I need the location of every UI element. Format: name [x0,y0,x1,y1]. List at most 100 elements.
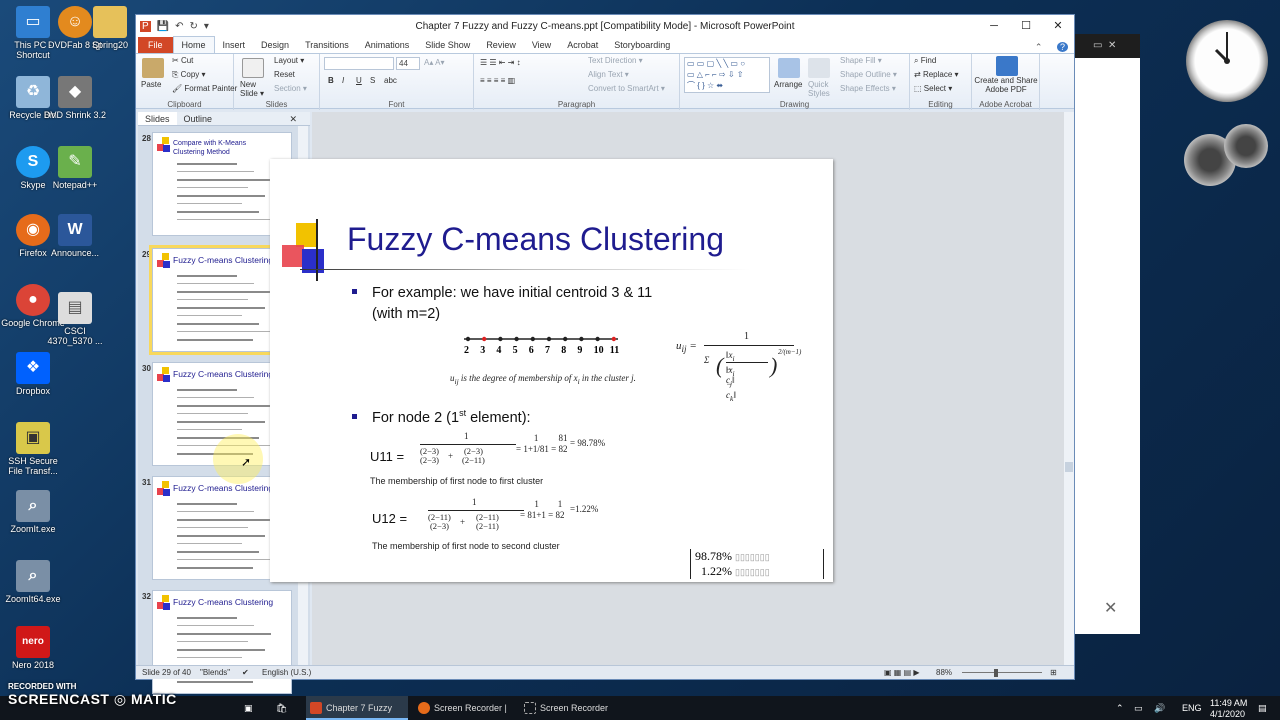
minimize-button[interactable]: ─ [978,15,1010,37]
new-slide-icon[interactable] [242,58,264,78]
fit-slide-icon[interactable]: ⊞ [1050,668,1057,677]
align-text-button[interactable]: Align Text ▾ [588,70,629,79]
layout-button[interactable]: Layout ▾ [274,56,304,65]
align-icons[interactable]: ≡ ≡ ≡ ≡ ▥ [480,76,515,85]
background-window-close-icon[interactable]: ✕ [1104,598,1117,618]
new-slide-button[interactable]: New Slide ▾ [240,80,270,98]
tab-slide-show[interactable]: Slide Show [417,37,478,53]
tab-storyboarding[interactable]: Storyboarding [606,37,678,53]
dropbox-icon[interactable]: ❖ Dropbox [0,352,66,396]
tab-review[interactable]: Review [478,37,524,53]
tab-transitions[interactable]: Transitions [297,37,357,53]
taskbar-firefox-recorder[interactable]: Screen Recorder | S... [414,696,514,720]
tab-home[interactable]: Home [172,36,215,53]
tray-chevron-icon[interactable]: ⌃ [1116,696,1124,720]
text-direction-button[interactable]: Text Direction ▾ [588,56,643,65]
shape-outline-button[interactable]: Shape Outline ▾ [840,70,897,79]
store-icon[interactable]: 🛍 [276,696,292,720]
thumb-text-line [177,649,265,651]
clock-date[interactable]: 4/1/2020 [1210,702,1245,720]
collapse-ribbon-icon[interactable]: ⌃ [1027,42,1051,52]
tab-file[interactable]: File [138,37,173,53]
copy-button[interactable]: ⎘ Copy ▾ [172,70,206,80]
view-buttons[interactable]: ▣ ▦ ▤ ▶ [884,668,920,677]
tab-design[interactable]: Design [253,37,297,53]
replace-button[interactable]: ⇄ Replace ▾ [914,70,959,79]
slide-canvas[interactable]: Fuzzy C-means Clustering For example: we… [270,159,833,582]
zoom-slider[interactable] [962,672,1042,673]
scroll-thumb[interactable] [1065,462,1073,472]
tab-acrobat[interactable]: Acrobat [559,37,606,53]
paste-icon[interactable] [142,58,164,78]
customize-qat-icon[interactable]: ▾ [204,21,209,32]
shape-fill-button[interactable]: Shape Fill ▾ [840,56,882,65]
thumb-text-line [177,503,237,505]
word-doc-icon[interactable]: W Announce... [42,214,108,258]
smartart-button[interactable]: Convert to SmartArt ▾ [588,84,665,93]
quick-styles-icon[interactable] [808,58,830,78]
thumb-logo-icon [157,137,171,153]
nero-icon[interactable]: nero Nero 2018 [0,626,66,670]
font-name-dropdown[interactable] [324,57,394,70]
taskbar-screen-recorder[interactable]: Screen Recorder [520,696,610,720]
close-button[interactable]: ✕ [1042,15,1074,37]
strike-button[interactable]: S [370,76,375,85]
zoomit64-icon[interactable]: ⌕ ZoomIt64.exe [0,560,66,604]
shape-effects-button[interactable]: Shape Effects ▾ [840,84,896,93]
undo-icon[interactable]: ↶ [175,21,183,32]
italic-button[interactable]: I [342,76,344,85]
tab-animations[interactable]: Animations [357,37,418,53]
help-icon[interactable]: ? [1056,42,1068,52]
select-button[interactable]: ⬚ Select ▾ [914,84,952,93]
network-icon[interactable]: ▭ [1134,696,1143,720]
find-button[interactable]: ⌕ Find [914,56,936,66]
ssh-icon[interactable]: ▣ SSH Secure File Transf... [0,422,66,476]
task-view-icon[interactable]: ▣ [244,696,260,720]
reset-button[interactable]: Reset [274,70,295,79]
arrange-icon[interactable] [778,58,800,78]
create-pdf-button[interactable]: Create and Share Adobe PDF [974,76,1038,94]
input-language[interactable]: ENG [1182,696,1202,720]
font-size-dropdown[interactable]: 44 [396,57,420,70]
spellcheck-icon[interactable]: ✔ [242,668,249,677]
panel-close-icon[interactable]: ✕ [282,112,304,126]
bold-button[interactable]: B [328,76,334,85]
shapes-gallery[interactable]: ▭ ▭ ▢ ╲ ╲ ▭ ○ ▭ △ ⌐ ⌐ ⇨ ⇩ ⇧ ⌒ { } ☆ ⬌ [684,57,770,93]
grow-font-icon[interactable]: A▴ A▾ [424,58,444,67]
format-painter-button[interactable]: 🖌 Format Painter [172,84,237,93]
tab-insert[interactable]: Insert [215,37,254,53]
dvd-shrink-icon[interactable]: ◆ DVD Shrink 3.2 [42,76,108,120]
binoculars-icon: ⌕ [914,56,921,65]
maximize-button[interactable]: ☐ [1010,15,1042,37]
thumb-logo-icon [157,481,171,497]
editing-label: Editing [928,100,953,109]
document-icon[interactable]: ▤ CSCI 4370_5370 ... [42,292,108,346]
thumb-text-line [177,617,237,619]
brush-icon: 🖌 [172,84,185,93]
thumb-title: Compare with K-Means Clustering Method [173,140,247,156]
zoom-level[interactable]: 88% [936,668,952,677]
zoom-handle[interactable] [994,669,998,677]
vertical-scrollbar[interactable] [1064,112,1074,666]
bullets-icon[interactable]: ☰ ☰ ⇤ ⇥ ↕ [480,58,521,67]
redo-icon[interactable]: ↻ [190,21,198,32]
folder-icon[interactable]: Spring20 [86,6,134,50]
taskbar-powerpoint[interactable]: Chapter 7 Fuzzy an... [306,696,408,720]
shadow-button[interactable]: abc [384,76,397,85]
notepadpp-icon[interactable]: ✎ Notepad++ [42,146,108,190]
paste-button[interactable]: Paste [141,80,161,89]
pdf-icon[interactable] [996,56,1018,76]
quick-styles-button[interactable]: Quick Styles [808,80,832,98]
zoomit-icon[interactable]: ⌕ ZoomIt.exe [0,490,66,534]
tab-outline[interactable]: Outline [177,112,220,125]
volume-icon[interactable]: 🔊 [1154,696,1165,720]
number-line-label: 6 [528,345,534,356]
notifications-icon[interactable]: ▤ [1258,696,1267,720]
tab-view[interactable]: View [524,37,559,53]
section-button[interactable]: Section ▾ [274,84,307,93]
underline-button[interactable]: U [356,76,362,85]
arrange-button[interactable]: Arrange [774,80,802,89]
save-icon[interactable]: 💾 [157,21,169,32]
tab-slides[interactable]: Slides [138,112,177,125]
cut-button[interactable]: ✂ Cut [172,56,193,65]
